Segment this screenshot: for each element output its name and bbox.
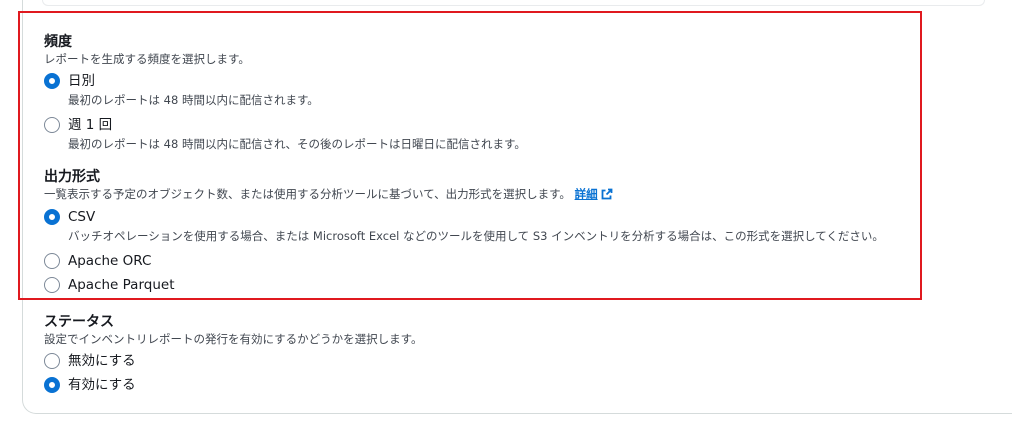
output-format-orc-label: Apache ORC <box>68 253 152 269</box>
output-format-description-line: 一覧表示する予定のオブジェクト数、または使用する分析ツールに基づいて、出力形式を… <box>44 186 613 202</box>
status-description: 設定でインベントリレポートの発行を有効にするかどうかを選択します。 <box>44 332 423 346</box>
output-format-parquet-label: Apache Parquet <box>68 277 175 293</box>
inventory-config-panel: 頻度 レポートを生成する頻度を選択します。 日別 最初のレポートは 48 時間以… <box>0 0 1012 424</box>
status-disable-label: 無効にする <box>68 353 136 369</box>
frequency-title: 頻度 <box>44 34 72 50</box>
output-format-parquet-radio[interactable] <box>44 277 60 293</box>
status-title: ステータス <box>44 314 114 330</box>
status-enable-radio[interactable] <box>44 377 60 393</box>
status-enable-label: 有効にする <box>68 377 136 393</box>
frequency-daily-radio[interactable] <box>44 73 60 89</box>
frequency-weekly-description: 最初のレポートは 48 時間以内に配信され、その後のレポートは日曜日に配信されま… <box>68 137 526 151</box>
frequency-daily-label: 日別 <box>68 73 95 89</box>
status-disable-radio[interactable] <box>44 353 60 369</box>
frequency-section: 頻度 レポートを生成する頻度を選択します。 <box>44 33 250 67</box>
container-bottom-border <box>22 398 1012 414</box>
details-link-label[interactable]: 詳細 <box>575 187 598 201</box>
output-format-csv-label: CSV <box>68 209 96 225</box>
frequency-option-daily[interactable]: 日別 最初のレポートは 48 時間以内に配信されます。 <box>44 72 319 108</box>
previous-field-edge <box>42 0 985 6</box>
frequency-weekly-label: 週 1 回 <box>68 117 113 133</box>
output-format-description: 一覧表示する予定のオブジェクト数、または使用する分析ツールに基づいて、出力形式を… <box>44 187 571 201</box>
status-section: ステータス 設定でインベントリレポートの発行を有効にするかどうかを選択します。 <box>44 313 422 347</box>
output-format-csv-radio[interactable] <box>44 209 60 225</box>
frequency-option-weekly[interactable]: 週 1 回 最初のレポートは 48 時間以内に配信され、その後のレポートは日曜日… <box>44 116 526 152</box>
output-format-option-parquet[interactable]: Apache Parquet <box>44 276 175 294</box>
output-format-csv-description: バッチオペレーションを使用する場合、または Microsoft Excel など… <box>68 229 884 243</box>
details-link[interactable]: 詳細 <box>575 187 613 201</box>
frequency-daily-description: 最初のレポートは 48 時間以内に配信されます。 <box>68 93 319 107</box>
output-format-title: 出力形式 <box>44 169 100 185</box>
output-format-section: 出力形式 一覧表示する予定のオブジェクト数、または使用する分析ツールに基づいて、… <box>44 168 613 202</box>
output-format-option-orc[interactable]: Apache ORC <box>44 252 151 270</box>
output-format-orc-radio[interactable] <box>44 253 60 269</box>
status-option-disable[interactable]: 無効にする <box>44 352 136 370</box>
output-format-option-csv[interactable]: CSV バッチオペレーションを使用する場合、または Microsoft Exce… <box>44 208 884 244</box>
status-option-enable[interactable]: 有効にする <box>44 376 136 394</box>
external-link-icon[interactable] <box>601 188 613 200</box>
frequency-description: レポートを生成する頻度を選択します。 <box>44 52 250 66</box>
frequency-weekly-radio[interactable] <box>44 117 60 133</box>
